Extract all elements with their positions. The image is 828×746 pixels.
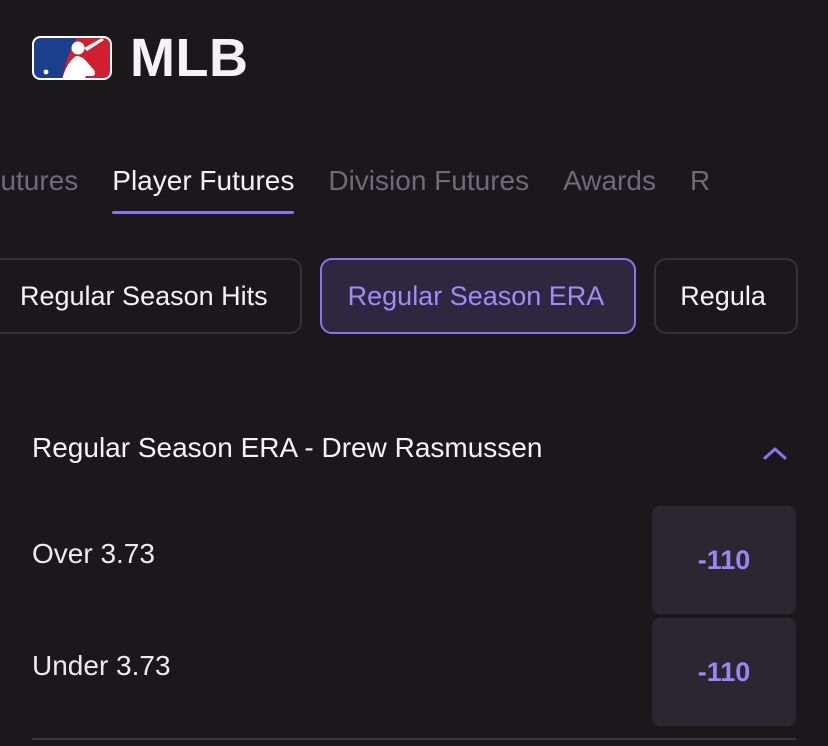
tab-player-futures[interactable]: Player Futures: [112, 164, 295, 214]
chip-regular-season-era[interactable]: Regular Season ERA: [319, 258, 637, 334]
outcome-label-under: Under 3.73: [32, 650, 171, 681]
chevron-up-icon: [763, 447, 787, 460]
market-filter-chips: Regular Season Hits Regular Season ERA R…: [0, 258, 816, 334]
header: MLB: [32, 28, 248, 88]
tab-next[interactable]: R: [690, 164, 710, 214]
mlb-logo-icon: [32, 36, 112, 80]
odds-button-over[interactable]: -110: [652, 506, 796, 614]
chip-regular-season-other[interactable]: Regula: [654, 258, 798, 334]
collapse-market-button[interactable]: [756, 436, 794, 470]
tab-awards[interactable]: Awards: [563, 164, 656, 214]
tab-division-futures[interactable]: Division Futures: [328, 164, 529, 214]
outcome-label-over: Over 3.73: [32, 538, 155, 569]
mlb-futures-page: MLB n Futures Player Futures Division Fu…: [0, 0, 828, 746]
market-title: Regular Season ERA - Drew Rasmussen: [32, 432, 543, 463]
app-title: MLB: [130, 28, 249, 88]
odds-button-under[interactable]: -110: [652, 618, 796, 726]
divider: [32, 738, 796, 740]
chip-regular-season-hits[interactable]: Regular Season Hits: [0, 258, 302, 334]
tab-team-futures[interactable]: n Futures: [0, 164, 78, 214]
futures-tabs: n Futures Player Futures Division Future…: [0, 164, 744, 214]
